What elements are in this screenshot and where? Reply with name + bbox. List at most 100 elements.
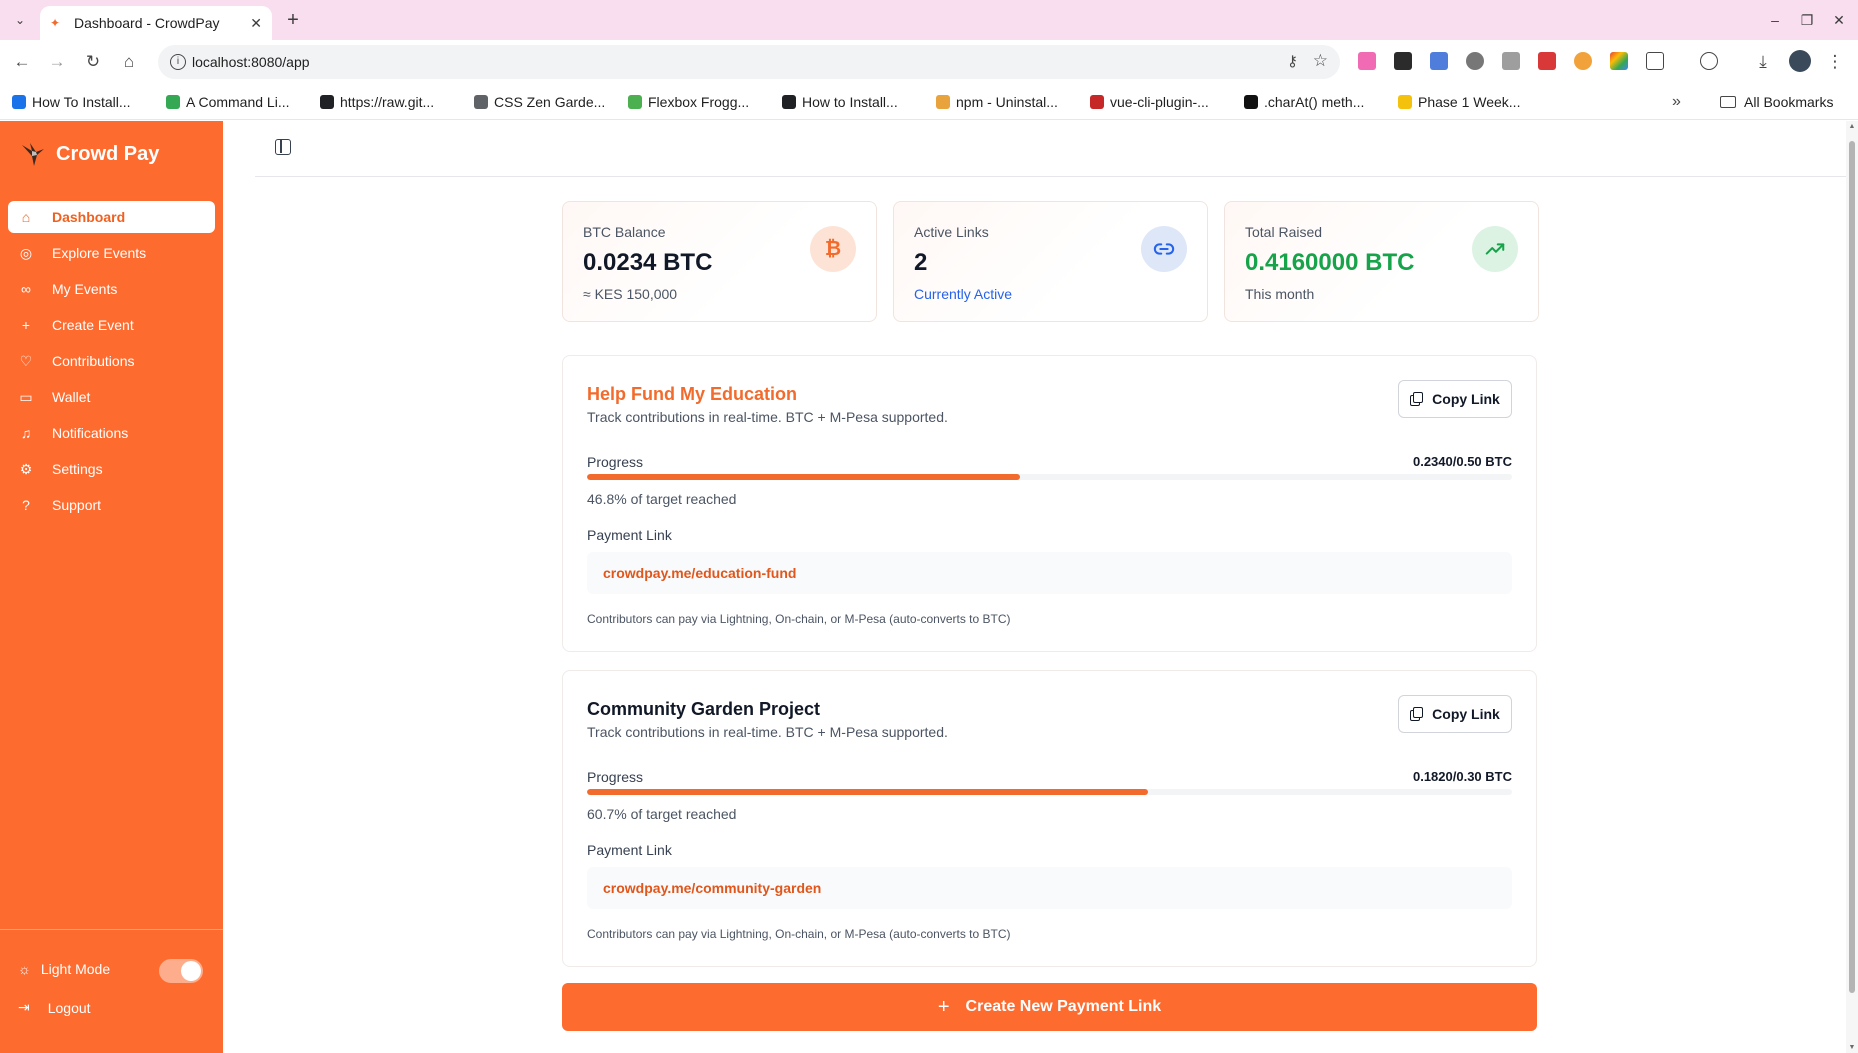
event-card-education: Help Fund My Education Track contributio… [562, 355, 1537, 652]
sidebar-item-label: Dashboard [52, 209, 126, 225]
sun-icon: ☼ [18, 961, 31, 977]
copy-link-button[interactable]: Copy Link [1398, 380, 1512, 418]
bookmark-item[interactable]: vue-cli-plugin-... [1090, 90, 1209, 114]
link-icon [1141, 226, 1187, 272]
sidebar-item-explore-events[interactable]: ◎ Explore Events [8, 237, 215, 269]
sidebar-item-contributions[interactable]: ♡ Contributions [8, 345, 215, 377]
address-bar[interactable]: i localhost:8080/app ⚷ ☆ [158, 45, 1340, 79]
minimize-icon[interactable]: – [1765, 10, 1785, 30]
extension-icon[interactable] [1574, 52, 1592, 70]
create-payment-link-button[interactable]: + Create New Payment Link [562, 983, 1537, 1031]
menu-dots-icon[interactable]: ⋮ [1824, 51, 1846, 73]
incognito-icon[interactable] [1700, 52, 1718, 70]
sidebar-item-support[interactable]: ? Support [8, 489, 215, 521]
scrollbar[interactable]: ▲ ▼ [1846, 121, 1858, 1053]
extension-icon[interactable] [1466, 52, 1484, 70]
logout-button[interactable]: ⇥ Logout [18, 999, 91, 1016]
copy-icon [1410, 392, 1424, 406]
progress-label: Progress [587, 454, 644, 470]
light-mode-toggle[interactable] [159, 959, 203, 983]
sidebar-item-wallet[interactable]: ▭ Wallet [8, 381, 215, 413]
favicon-icon: ✦ [50, 16, 61, 30]
logout-label: Logout [47, 999, 91, 1016]
scroll-down-icon[interactable]: ▼ [1848, 1044, 1856, 1051]
bookmark-label: How to Install... [802, 94, 898, 110]
sidebar-item-label: Wallet [52, 389, 91, 405]
download-icon[interactable]: ⤓ [1752, 51, 1774, 73]
site-info-icon[interactable]: i [170, 54, 186, 70]
restore-icon[interactable]: ❐ [1797, 10, 1817, 30]
help-icon: ? [22, 497, 30, 513]
bookmark-item[interactable]: A Command Li... [166, 90, 290, 114]
more-bookmarks-icon[interactable]: » [1672, 93, 1681, 111]
reload-icon[interactable]: ↻ [82, 51, 104, 73]
bookmark-favicon-icon [782, 95, 796, 109]
bookmark-item[interactable]: CSS Zen Garde... [474, 90, 605, 114]
bookmark-item[interactable]: Flexbox Frogg... [628, 90, 749, 114]
bookmark-item[interactable]: How to Install... [782, 90, 898, 114]
extension-icon[interactable] [1358, 52, 1376, 70]
extension-icon[interactable] [1430, 52, 1448, 70]
back-icon[interactable]: ← [11, 51, 33, 73]
bookmark-item[interactable]: Phase 1 Week... [1398, 90, 1520, 114]
bookmark-item[interactable]: https://raw.git... [320, 90, 434, 114]
logout-icon: ⇥ [18, 999, 30, 1015]
brand-name: Crowd Pay [56, 142, 160, 165]
sidebar-item-my-events[interactable]: ∞ My Events [8, 273, 215, 305]
bookmark-label: Phase 1 Week... [1418, 94, 1521, 110]
extensions-puzzle-icon[interactable] [1646, 52, 1664, 70]
bookmark-favicon-icon [166, 95, 180, 109]
scroll-up-icon[interactable]: ▲ [1848, 123, 1856, 130]
bookmarks-bar: How To Install... A Command Li... https:… [0, 84, 1858, 120]
progress-bar [587, 789, 1512, 795]
bookmark-item[interactable]: npm - Uninstal... [936, 90, 1058, 114]
event-description: Track contributions in real-time. BTC + … [587, 724, 948, 740]
bookmark-item[interactable]: How To Install... [12, 90, 131, 114]
event-card-community-garden: Community Garden Project Track contribut… [562, 670, 1537, 967]
bookmark-favicon-icon [474, 95, 488, 109]
browser-tab[interactable]: ✦ Dashboard - CrowdPay ✕ [40, 6, 272, 40]
copy-link-button[interactable]: Copy Link [1398, 695, 1512, 733]
extension-icon[interactable] [1502, 52, 1520, 70]
sidebar-item-settings[interactable]: ⚙ Settings [8, 453, 215, 485]
create-payment-link-label: Create New Payment Link [965, 998, 1162, 1015]
url-text[interactable]: localhost:8080/app [192, 54, 310, 70]
all-bookmarks-label: All Bookmarks [1744, 94, 1834, 110]
home-icon[interactable]: ⌂ [118, 51, 140, 73]
tab-search-icon[interactable]: ⌄ [8, 8, 32, 32]
scroll-thumb[interactable] [1849, 141, 1855, 993]
extension-icon[interactable] [1610, 52, 1628, 70]
all-bookmarks-button[interactable]: All Bookmarks [1720, 90, 1833, 114]
event-title: Community Garden Project [587, 699, 821, 719]
forward-icon[interactable]: → [46, 51, 68, 73]
sidebar: Crowd Pay ⌂ Dashboard ◎ Explore Events ∞… [0, 121, 223, 1053]
event-title: Help Fund My Education [587, 384, 797, 404]
stat-label: Active Links [914, 224, 989, 240]
extension-icon[interactable] [1538, 52, 1556, 70]
sidebar-toggle-icon[interactable] [275, 139, 291, 155]
payment-link-field[interactable]: crowdpay.me/education-fund [587, 552, 1512, 594]
copy-link-label: Copy Link [1432, 706, 1500, 722]
browser-tab-strip: ⌄ ✦ Dashboard - CrowdPay ✕ + – ❐ ✕ [0, 0, 1858, 40]
bookmark-item[interactable]: .charAt() meth... [1244, 90, 1364, 114]
profile-avatar[interactable] [1789, 50, 1811, 72]
close-window-icon[interactable]: ✕ [1829, 10, 1849, 30]
stat-card-btc-balance: BTC Balance 0.0234 BTC ≈ KES 150,000 ₿ [562, 201, 877, 322]
stat-sub: This month [1245, 286, 1315, 302]
sidebar-item-create-event[interactable]: + Create Event [8, 309, 215, 341]
payment-link-field[interactable]: crowdpay.me/community-garden [587, 867, 1512, 909]
brand[interactable]: Crowd Pay [18, 139, 159, 169]
hummingbird-logo-icon [22, 143, 44, 166]
gear-icon: ⚙ [19, 460, 33, 477]
bookmark-label: vue-cli-plugin-... [1110, 94, 1209, 110]
sidebar-item-notifications[interactable]: ♫ Notifications [8, 417, 215, 449]
extension-icon[interactable] [1394, 52, 1412, 70]
close-tab-icon[interactable]: ✕ [250, 15, 262, 32]
sidebar-item-dashboard[interactable]: ⌂ Dashboard [8, 201, 215, 233]
password-key-icon[interactable]: ⚷ [1287, 52, 1298, 70]
bookmark-favicon-icon [936, 95, 950, 109]
payment-link-label: Payment Link [587, 842, 672, 858]
new-tab-button[interactable]: + [282, 9, 304, 31]
bookmark-star-icon[interactable]: ☆ [1313, 51, 1328, 71]
sidebar-item-label: Create Event [52, 317, 134, 333]
